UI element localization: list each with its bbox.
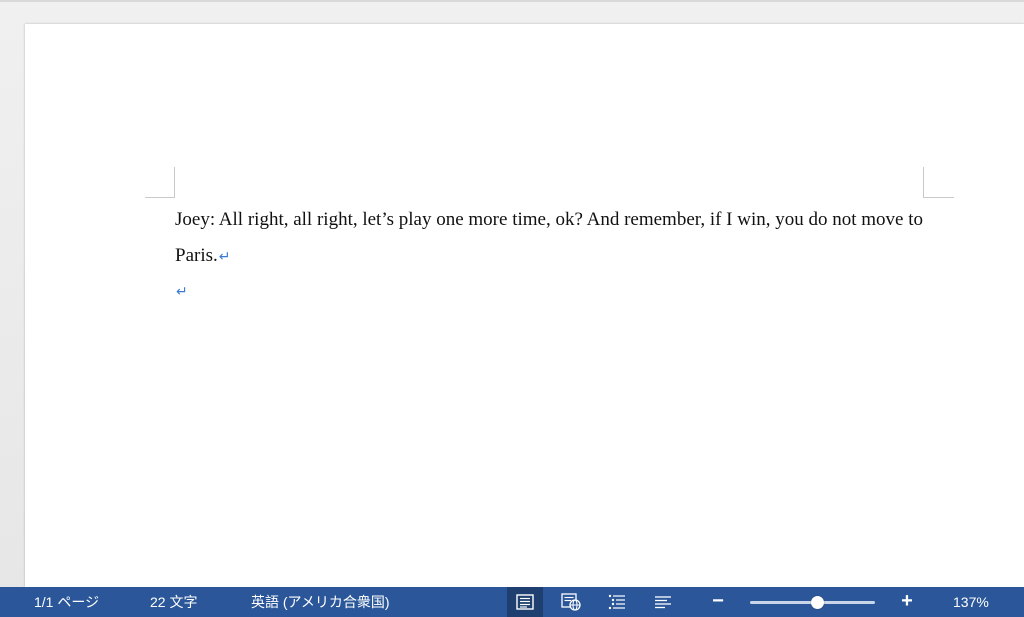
print-layout-icon <box>516 594 534 610</box>
word-count[interactable]: 22 文字 <box>150 587 197 617</box>
crop-mark-top-left <box>145 167 175 198</box>
window-top-edge <box>0 0 1024 2</box>
paragraph-mark-icon: ↵ <box>218 249 231 265</box>
paragraph-text: Joey: All right, all right, let’s play o… <box>175 209 924 266</box>
document-body[interactable]: Joey: All right, all right, let’s play o… <box>175 202 935 307</box>
page-count[interactable]: 1/1 ページ <box>34 587 99 617</box>
document-page[interactable]: Joey: All right, all right, let’s play o… <box>25 24 1024 587</box>
status-bar: 1/1 ページ 22 文字 英語 (アメリカ合衆国) − + 137% <box>0 587 1024 617</box>
crop-mark-top-right <box>923 167 954 198</box>
paragraph[interactable]: Joey: All right, all right, let’s play o… <box>175 202 935 275</box>
language-indicator[interactable]: 英語 (アメリカ合衆国) <box>251 587 390 617</box>
empty-paragraph[interactable]: ↵ <box>175 275 935 307</box>
zoom-slider-thumb[interactable] <box>811 596 824 609</box>
outline-icon <box>608 594 625 610</box>
web-layout-icon <box>561 593 581 611</box>
zoom-level[interactable]: 137% <box>953 587 989 617</box>
zoom-out-button[interactable]: − <box>708 587 728 617</box>
print-layout-button[interactable] <box>507 587 543 617</box>
zoom-in-button[interactable]: + <box>897 587 917 617</box>
zoom-slider[interactable] <box>750 596 875 609</box>
draft-icon <box>655 596 671 609</box>
word-window: Joey: All right, all right, let’s play o… <box>0 0 1024 617</box>
draft-view-button[interactable] <box>645 587 681 617</box>
web-layout-button[interactable] <box>553 587 589 617</box>
paragraph-mark-icon: ↵ <box>176 284 188 300</box>
outline-view-button[interactable] <box>599 587 635 617</box>
